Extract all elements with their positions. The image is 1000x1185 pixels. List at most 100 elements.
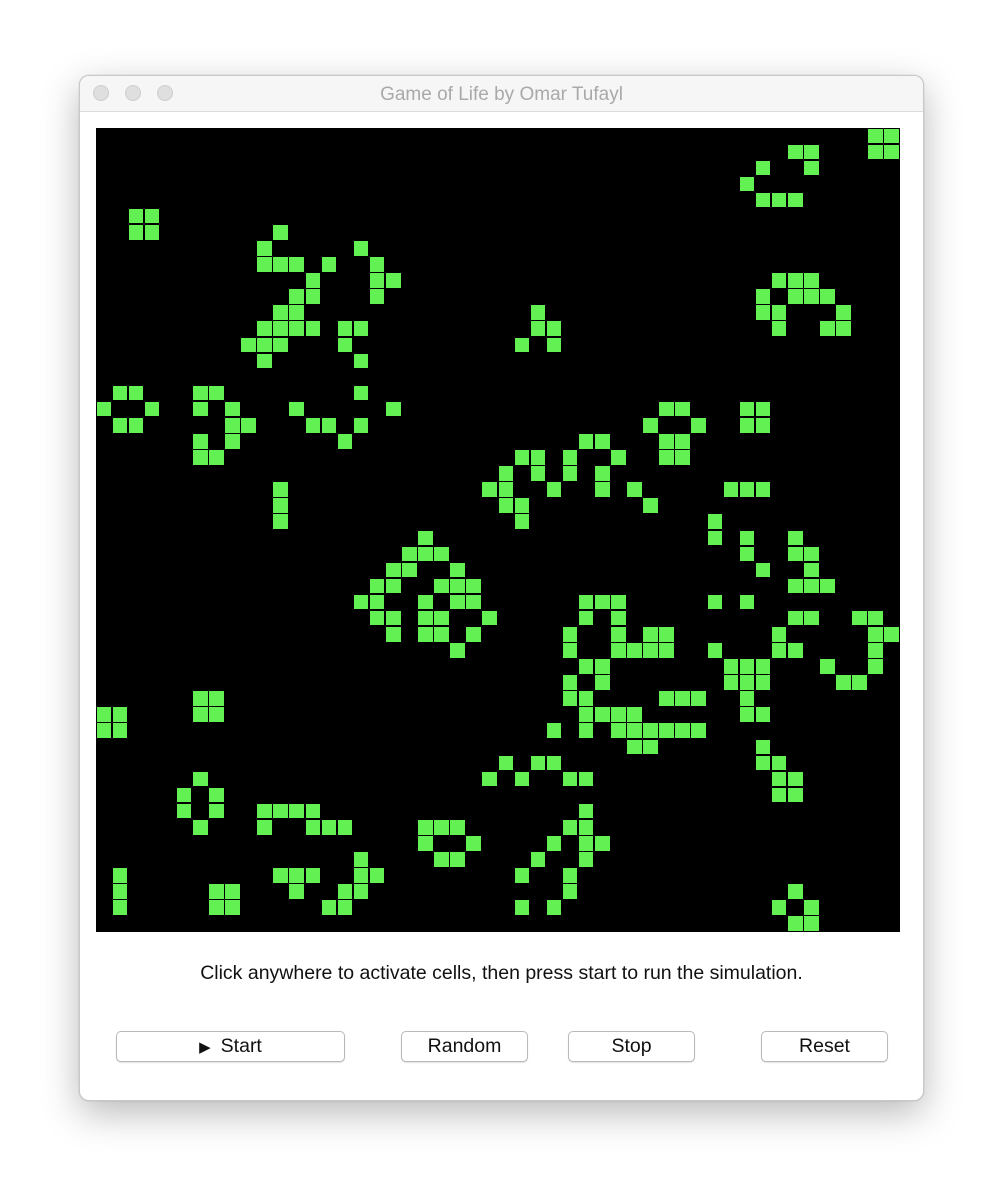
live-cell[interactable]: [723, 482, 739, 497]
live-cell[interactable]: [771, 755, 787, 771]
live-cell[interactable]: [804, 610, 819, 626]
live-cell[interactable]: [434, 852, 449, 867]
live-cell[interactable]: [305, 819, 321, 835]
live-cell[interactable]: [755, 289, 771, 304]
live-cell[interactable]: [176, 787, 192, 803]
live-cell[interactable]: [434, 819, 449, 835]
live-cell[interactable]: [643, 498, 658, 513]
live-cell[interactable]: [353, 385, 369, 401]
live-cell[interactable]: [546, 723, 562, 739]
live-cell[interactable]: [594, 707, 610, 722]
live-cell[interactable]: [578, 610, 594, 626]
live-cell[interactable]: [771, 787, 787, 803]
live-cell[interactable]: [418, 610, 433, 626]
live-cell[interactable]: [836, 305, 851, 320]
live-cell[interactable]: [787, 643, 803, 658]
live-cell[interactable]: [337, 337, 353, 353]
live-cell[interactable]: [418, 546, 433, 562]
live-cell[interactable]: [192, 691, 208, 706]
live-cell[interactable]: [498, 466, 514, 481]
live-cell[interactable]: [755, 755, 771, 771]
live-cell[interactable]: [594, 434, 610, 449]
live-cell[interactable]: [192, 771, 208, 787]
live-cell[interactable]: [868, 128, 883, 144]
live-cell[interactable]: [337, 819, 353, 835]
live-cell[interactable]: [530, 466, 546, 481]
live-cell[interactable]: [128, 417, 144, 433]
live-cell[interactable]: [820, 321, 835, 337]
live-cell[interactable]: [787, 916, 803, 931]
live-cell[interactable]: [643, 723, 658, 739]
live-cell[interactable]: [514, 450, 530, 465]
live-cell[interactable]: [739, 546, 755, 562]
live-cell[interactable]: [530, 852, 546, 867]
live-cell[interactable]: [707, 643, 723, 658]
live-cell[interactable]: [128, 224, 144, 240]
live-cell[interactable]: [353, 868, 369, 883]
live-cell[interactable]: [594, 675, 610, 690]
live-cell[interactable]: [353, 321, 369, 337]
live-cell[interactable]: [514, 868, 530, 883]
live-cell[interactable]: [675, 450, 690, 465]
live-cell[interactable]: [787, 530, 803, 546]
live-cell[interactable]: [96, 723, 112, 739]
live-cell[interactable]: [578, 771, 594, 787]
live-cell[interactable]: [578, 659, 594, 674]
live-cell[interactable]: [418, 836, 433, 851]
live-cell[interactable]: [787, 546, 803, 562]
live-cell[interactable]: [273, 337, 288, 353]
live-cell[interactable]: [305, 868, 321, 883]
live-cell[interactable]: [546, 321, 562, 337]
live-cell[interactable]: [305, 803, 321, 819]
live-cell[interactable]: [787, 192, 803, 208]
live-cell[interactable]: [804, 144, 819, 160]
live-cell[interactable]: [273, 803, 288, 819]
live-cell[interactable]: [112, 385, 128, 401]
start-button[interactable]: ▶ Start: [116, 1031, 345, 1062]
live-cell[interactable]: [820, 659, 835, 674]
live-cell[interactable]: [804, 160, 819, 176]
live-cell[interactable]: [659, 434, 674, 449]
live-cell[interactable]: [289, 321, 305, 337]
live-cell[interactable]: [804, 578, 819, 594]
live-cell[interactable]: [675, 434, 690, 449]
live-cell[interactable]: [820, 289, 835, 304]
live-cell[interactable]: [659, 643, 674, 658]
live-cell[interactable]: [691, 723, 707, 739]
live-cell[interactable]: [514, 900, 530, 915]
live-cell[interactable]: [305, 273, 321, 288]
live-cell[interactable]: [562, 466, 578, 481]
live-cell[interactable]: [128, 208, 144, 224]
live-cell[interactable]: [192, 434, 208, 449]
live-cell[interactable]: [305, 321, 321, 337]
live-cell[interactable]: [289, 305, 305, 320]
random-button[interactable]: Random: [401, 1031, 528, 1062]
live-cell[interactable]: [852, 675, 867, 690]
live-cell[interactable]: [385, 562, 401, 578]
live-cell[interactable]: [611, 626, 626, 642]
live-cell[interactable]: [739, 659, 755, 674]
live-cell[interactable]: [466, 578, 481, 594]
live-cell[interactable]: [289, 884, 305, 899]
live-cell[interactable]: [466, 836, 481, 851]
live-cell[interactable]: [804, 916, 819, 931]
live-cell[interactable]: [884, 128, 899, 144]
live-cell[interactable]: [434, 578, 449, 594]
live-cell[interactable]: [273, 257, 288, 272]
live-cell[interactable]: [450, 819, 465, 835]
live-cell[interactable]: [594, 594, 610, 610]
live-cell[interactable]: [498, 498, 514, 513]
live-cell[interactable]: [321, 819, 337, 835]
live-cell[interactable]: [562, 691, 578, 706]
live-cell[interactable]: [739, 707, 755, 722]
live-cell[interactable]: [611, 450, 626, 465]
live-cell[interactable]: [755, 739, 771, 755]
live-cell[interactable]: [385, 610, 401, 626]
live-cell[interactable]: [755, 401, 771, 417]
live-cell[interactable]: [369, 610, 385, 626]
live-cell[interactable]: [450, 578, 465, 594]
live-cell[interactable]: [739, 482, 755, 497]
live-cell[interactable]: [209, 787, 224, 803]
live-cell[interactable]: [112, 868, 128, 883]
live-cell[interactable]: [755, 707, 771, 722]
